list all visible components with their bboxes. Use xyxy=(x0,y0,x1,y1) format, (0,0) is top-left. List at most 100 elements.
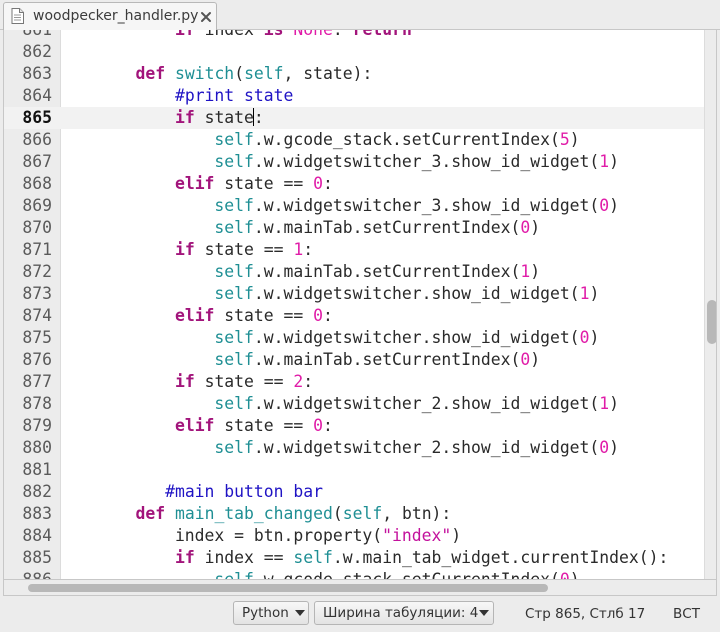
code-text: elif state == 0: xyxy=(96,415,333,437)
code-token: self xyxy=(214,152,254,171)
line-number: 885 xyxy=(22,548,52,567)
code-text: if state: xyxy=(96,107,264,129)
code-token: state == xyxy=(214,174,314,193)
code-line[interactable]: 871 if state == 1: xyxy=(4,239,704,261)
code-token: ( xyxy=(234,64,245,83)
code-text: self.w.mainTab.setCurrentIndex(0) xyxy=(96,349,540,371)
code-token: state xyxy=(194,108,254,127)
code-token: 1 xyxy=(293,240,304,259)
code-line[interactable]: 870 self.w.mainTab.setCurrentIndex(0) xyxy=(4,217,704,239)
code-line[interactable]: 866 self.w.gcode_stack.setCurrentIndex(5… xyxy=(4,129,704,151)
code-text: if state == 2: xyxy=(96,371,313,393)
code-token: ) xyxy=(530,262,541,281)
code-line[interactable]: 883 def main_tab_changed(self, btn): xyxy=(4,503,704,525)
code-line[interactable]: 884 index = btn.property("index") xyxy=(4,525,704,547)
code-line[interactable]: 885 if index == self.w.main_tab_widget.c… xyxy=(4,547,704,569)
status-bar: Python Ширина табуляции: 4 Стр 865, Стлб… xyxy=(0,596,720,632)
code-line[interactable]: 861 if index is None: return xyxy=(4,30,704,41)
code-editor[interactable]: 861 if index is None: return862863 def s… xyxy=(3,30,717,580)
code-text: self.w.widgetswitcher.show_id_widget(1) xyxy=(96,283,599,305)
line-number: 874 xyxy=(22,306,52,325)
code-line[interactable]: 874 elif state == 0: xyxy=(4,305,704,327)
code-token: index == xyxy=(194,548,294,567)
code-token: 1 xyxy=(599,152,610,171)
current-code-line[interactable]: 865 if state: xyxy=(4,107,704,129)
horizontal-scrollbar-thumb[interactable] xyxy=(28,584,548,592)
code-token: 0 xyxy=(313,174,323,193)
vertical-scrollbar-thumb[interactable] xyxy=(707,300,716,344)
tab-woodpecker-handler[interactable]: woodpecker_handler.py xyxy=(3,2,217,30)
code-line[interactable]: 868 elif state == 0: xyxy=(4,173,704,195)
code-token: ) xyxy=(609,438,620,457)
code-line[interactable]: 875 self.w.widgetswitcher.show_id_widget… xyxy=(4,327,704,349)
code-line[interactable]: 877 if state == 2: xyxy=(4,371,704,393)
code-line[interactable]: 879 elif state == 0: xyxy=(4,415,704,437)
line-number: 871 xyxy=(22,240,52,259)
code-token: : xyxy=(323,306,333,325)
horizontal-scrollbar[interactable] xyxy=(3,580,717,596)
code-token: .w.widgetswitcher.show_id_widget( xyxy=(253,328,580,347)
code-line[interactable]: 878 self.w.widgetswitcher_2.show_id_widg… xyxy=(4,393,704,415)
code-area[interactable]: 861 if index is None: return862863 def s… xyxy=(4,30,704,580)
code-token: 1 xyxy=(520,262,531,281)
code-line[interactable]: 863 def switch(self, state): xyxy=(4,63,704,85)
code-token: switch xyxy=(174,64,235,83)
code-token: if xyxy=(175,30,195,39)
code-token: ) xyxy=(530,218,541,237)
line-number: 869 xyxy=(22,196,52,215)
code-text: self.w.widgetswitcher_2.show_id_widget(0… xyxy=(96,437,619,459)
vertical-scrollbar[interactable] xyxy=(704,30,716,579)
language-selector[interactable]: Python xyxy=(233,601,309,625)
code-token: .w.main_tab_widget.currentIndex(): xyxy=(332,548,669,567)
close-icon[interactable] xyxy=(200,11,212,23)
code-token: ) xyxy=(589,284,600,303)
code-token: return xyxy=(353,30,412,39)
code-token: if xyxy=(174,548,195,567)
code-line[interactable]: 872 self.w.mainTab.setCurrentIndex(1) xyxy=(4,261,704,283)
code-line[interactable]: 881 xyxy=(4,459,704,481)
code-line[interactable]: 873 self.w.widgetswitcher.show_id_widget… xyxy=(4,283,704,305)
tab-width-selector[interactable]: Ширина табуляции: 4 xyxy=(314,601,494,625)
code-token: self xyxy=(214,570,254,580)
line-number: 884 xyxy=(22,526,52,545)
code-line[interactable]: 876 self.w.mainTab.setCurrentIndex(0) xyxy=(4,349,704,371)
code-token: 0 xyxy=(520,350,531,369)
code-line[interactable]: 886 self.w.gcode_stack.setCurrentIndex(0… xyxy=(4,569,704,580)
code-token: self xyxy=(214,350,254,369)
language-label: Python xyxy=(242,605,289,621)
code-token: state == xyxy=(214,416,314,435)
code-line[interactable]: 880 self.w.widgetswitcher_2.show_id_widg… xyxy=(4,437,704,459)
code-line[interactable]: 867 self.w.widgetswitcher_3.show_id_widg… xyxy=(4,151,704,173)
line-number: 861 xyxy=(4,30,52,41)
code-line[interactable]: 869 self.w.widgetswitcher_3.show_id_widg… xyxy=(4,195,704,217)
code-line[interactable]: 862 xyxy=(4,41,704,63)
code-token: self xyxy=(214,262,254,281)
code-line[interactable]: 864 #print state xyxy=(4,85,704,107)
code-token: 0 xyxy=(313,306,323,325)
insert-mode[interactable]: ВСТ xyxy=(673,606,700,622)
code-token: 0 xyxy=(599,438,610,457)
line-number: 866 xyxy=(22,130,52,149)
code-text: if index == self.w.main_tab_widget.curre… xyxy=(96,547,668,569)
code-token: state == xyxy=(194,240,294,259)
code-text: if index is None: return xyxy=(96,30,412,41)
code-token: 5 xyxy=(559,130,570,149)
line-number: 862 xyxy=(22,42,52,61)
code-text: elif state == 0: xyxy=(96,173,333,195)
code-line[interactable]: 882 #main button bar xyxy=(4,481,704,503)
chevron-down-icon xyxy=(295,610,305,616)
code-text: #print state xyxy=(96,85,293,107)
code-token: ) xyxy=(530,350,541,369)
code-text: self.w.gcode_stack.setCurrentIndex(5) xyxy=(96,129,579,151)
code-token: : xyxy=(323,174,333,193)
